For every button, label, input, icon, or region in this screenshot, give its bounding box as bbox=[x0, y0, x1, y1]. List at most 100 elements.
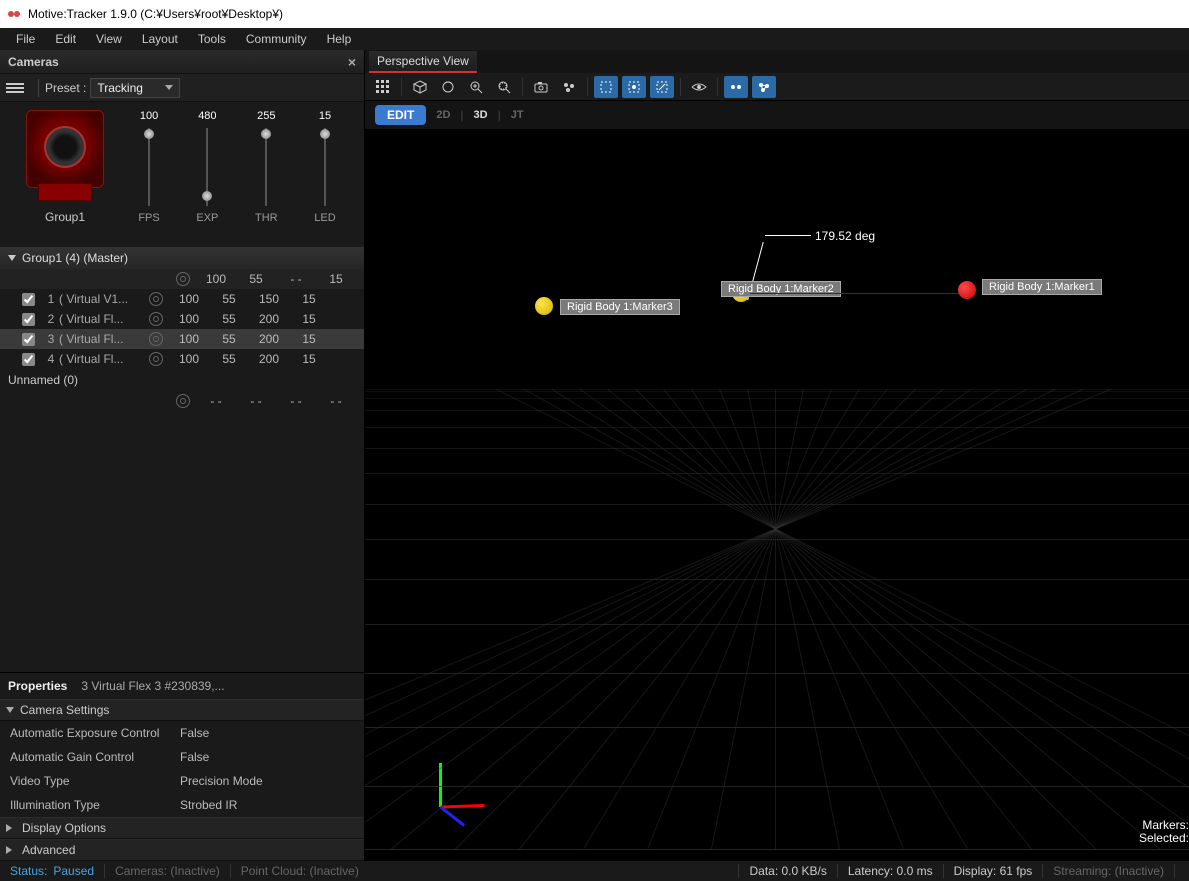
properties-panel: Properties 3 Virtual Flex 3 #230839,... … bbox=[0, 672, 364, 861]
separator bbox=[38, 79, 39, 97]
camera-row[interactable]: 1( Virtual V1...1005515015 bbox=[0, 289, 364, 309]
camera-row[interactable]: 4( Virtual Fl...1005520015 bbox=[0, 349, 364, 369]
menu-community[interactable]: Community bbox=[236, 30, 317, 48]
gear-icon[interactable] bbox=[149, 352, 163, 366]
select-mode-1-icon[interactable] bbox=[594, 76, 618, 98]
viewport[interactable]: 179.52 deg Rigid Body 1:Marker3 Rigid Bo… bbox=[365, 129, 1189, 861]
menu-file[interactable]: File bbox=[6, 30, 45, 48]
camera-checkbox[interactable] bbox=[22, 333, 35, 346]
view-tab[interactable]: Perspective View bbox=[369, 51, 477, 73]
status-streaming: Streaming: (Inactive) bbox=[1053, 864, 1164, 878]
col-thr: - - bbox=[276, 272, 316, 286]
group-label: Group1 bbox=[45, 210, 85, 224]
slider-fps[interactable]: 100FPS bbox=[138, 110, 159, 239]
status-latency: Latency: 0.0 ms bbox=[848, 864, 933, 878]
view-toolbar bbox=[365, 73, 1189, 101]
mode-3d[interactable]: 3D bbox=[474, 109, 488, 121]
camera-checkbox[interactable] bbox=[22, 353, 35, 366]
camera-row[interactable]: 3( Virtual Fl...1005520015 bbox=[0, 329, 364, 349]
preset-label: Preset : bbox=[45, 81, 86, 95]
gear-icon[interactable] bbox=[176, 272, 190, 286]
angle-readout: 179.52 deg bbox=[815, 229, 875, 243]
hud-stats: Markers: Selected: bbox=[1139, 819, 1189, 845]
menu-icon[interactable] bbox=[6, 81, 24, 95]
triangle-right-icon bbox=[6, 824, 16, 832]
preset-select[interactable]: Tracking bbox=[90, 78, 180, 98]
tree-group-header[interactable]: Group1 (4) (Master) bbox=[0, 247, 364, 269]
properties-title: Properties bbox=[8, 679, 67, 693]
markers-icon[interactable] bbox=[557, 76, 581, 98]
gear-icon[interactable] bbox=[149, 312, 163, 326]
preset-row: Preset : Tracking bbox=[0, 74, 364, 102]
property-row[interactable]: Illumination TypeStrobed IR bbox=[0, 793, 364, 817]
mode-jt[interactable]: JT bbox=[511, 109, 524, 121]
camera-preview-area: Group1 100FPS 480EXP 255THR 15LED bbox=[0, 102, 364, 247]
triangle-right-icon bbox=[6, 846, 16, 854]
marker-1-label: Rigid Body 1:Marker1 bbox=[982, 279, 1102, 295]
properties-subtitle: 3 Virtual Flex 3 #230839,... bbox=[81, 679, 224, 693]
cube-icon[interactable] bbox=[408, 76, 432, 98]
app-icon bbox=[6, 6, 22, 22]
zoom-fit-icon[interactable] bbox=[492, 76, 516, 98]
properties-header: Properties 3 Virtual Flex 3 #230839,... bbox=[0, 673, 364, 699]
show-markers-icon[interactable] bbox=[724, 76, 748, 98]
left-sidebar: Cameras × Preset : Tracking Group1 100FP… bbox=[0, 50, 365, 861]
property-row[interactable]: Automatic Exposure ControlFalse bbox=[0, 721, 364, 745]
unnamed-label: Unnamed (0) bbox=[8, 373, 78, 387]
zoom-in-icon[interactable] bbox=[464, 76, 488, 98]
camera-checkbox[interactable] bbox=[22, 293, 35, 306]
show-bodies-icon[interactable] bbox=[752, 76, 776, 98]
cameras-title: Cameras bbox=[8, 55, 59, 69]
status-display: Display: 61 fps bbox=[954, 864, 1033, 878]
grid-icon[interactable] bbox=[371, 76, 395, 98]
section-display-options[interactable]: Display Options bbox=[0, 817, 364, 839]
menu-help[interactable]: Help bbox=[317, 30, 362, 48]
chevron-down-icon bbox=[165, 85, 173, 90]
menu-edit[interactable]: Edit bbox=[45, 30, 86, 48]
unnamed-values: - - - - - - - - bbox=[0, 391, 364, 411]
marker-3[interactable] bbox=[535, 297, 553, 315]
menubar: File Edit View Layout Tools Community He… bbox=[0, 28, 1189, 50]
gear-icon[interactable] bbox=[149, 332, 163, 346]
status-pointcloud: Point Cloud: (Inactive) bbox=[241, 864, 359, 878]
main-view: Perspective View EDIT 2D | 3D bbox=[365, 50, 1189, 861]
menu-view[interactable]: View bbox=[86, 30, 132, 48]
unnamed-group[interactable]: Unnamed (0) bbox=[0, 369, 364, 391]
slider-led[interactable]: 15LED bbox=[314, 110, 335, 239]
col-fps: 100 bbox=[196, 272, 236, 286]
cameras-panel-header: Cameras × bbox=[0, 50, 364, 74]
slider-exp[interactable]: 480EXP bbox=[196, 110, 218, 239]
camera-icon bbox=[26, 110, 104, 188]
menu-layout[interactable]: Layout bbox=[132, 30, 188, 48]
mode-bar: EDIT 2D | 3D | JT bbox=[365, 101, 1189, 129]
gear-icon[interactable] bbox=[176, 394, 190, 408]
gear-icon[interactable] bbox=[149, 292, 163, 306]
camera-row[interactable]: 2( Virtual Fl...1005520015 bbox=[0, 309, 364, 329]
select-mode-2-icon[interactable] bbox=[622, 76, 646, 98]
close-icon[interactable]: × bbox=[348, 54, 356, 70]
property-row[interactable]: Video TypePrecision Mode bbox=[0, 769, 364, 793]
zoom-rotate-icon[interactable] bbox=[436, 76, 460, 98]
marker-1[interactable] bbox=[958, 281, 976, 299]
select-mode-3-icon[interactable] bbox=[650, 76, 674, 98]
property-row[interactable]: Automatic Gain ControlFalse bbox=[0, 745, 364, 769]
section-advanced[interactable]: Advanced bbox=[0, 839, 364, 861]
section-camera-settings[interactable]: Camera Settings bbox=[0, 699, 364, 721]
eye-icon[interactable] bbox=[687, 76, 711, 98]
status-cameras: Cameras: (Inactive) bbox=[115, 864, 220, 878]
menu-tools[interactable]: Tools bbox=[188, 30, 236, 48]
camera-tree: Group1 (4) (Master) 100 55 - - 15 1( Vir… bbox=[0, 247, 364, 672]
edit-mode-button[interactable]: EDIT bbox=[375, 105, 426, 125]
window-titlebar: Motive:Tracker 1.9.0 (C:¥Users¥root¥Desk… bbox=[0, 0, 1189, 28]
slider-thr[interactable]: 255THR bbox=[255, 110, 278, 239]
camera-icon[interactable] bbox=[529, 76, 553, 98]
tree-group-title: Group1 (4) (Master) bbox=[22, 251, 128, 265]
status-value: Paused bbox=[53, 864, 94, 878]
triangle-down-icon bbox=[8, 255, 16, 261]
status-bar: Status: Paused Cameras: (Inactive) Point… bbox=[0, 861, 1189, 881]
camera-checkbox[interactable] bbox=[22, 313, 35, 326]
mode-2d[interactable]: 2D bbox=[436, 109, 450, 121]
tree-columns: 100 55 - - 15 bbox=[0, 269, 364, 289]
camera-thumbnail[interactable]: Group1 bbox=[10, 110, 120, 239]
triangle-down-icon bbox=[6, 707, 14, 713]
